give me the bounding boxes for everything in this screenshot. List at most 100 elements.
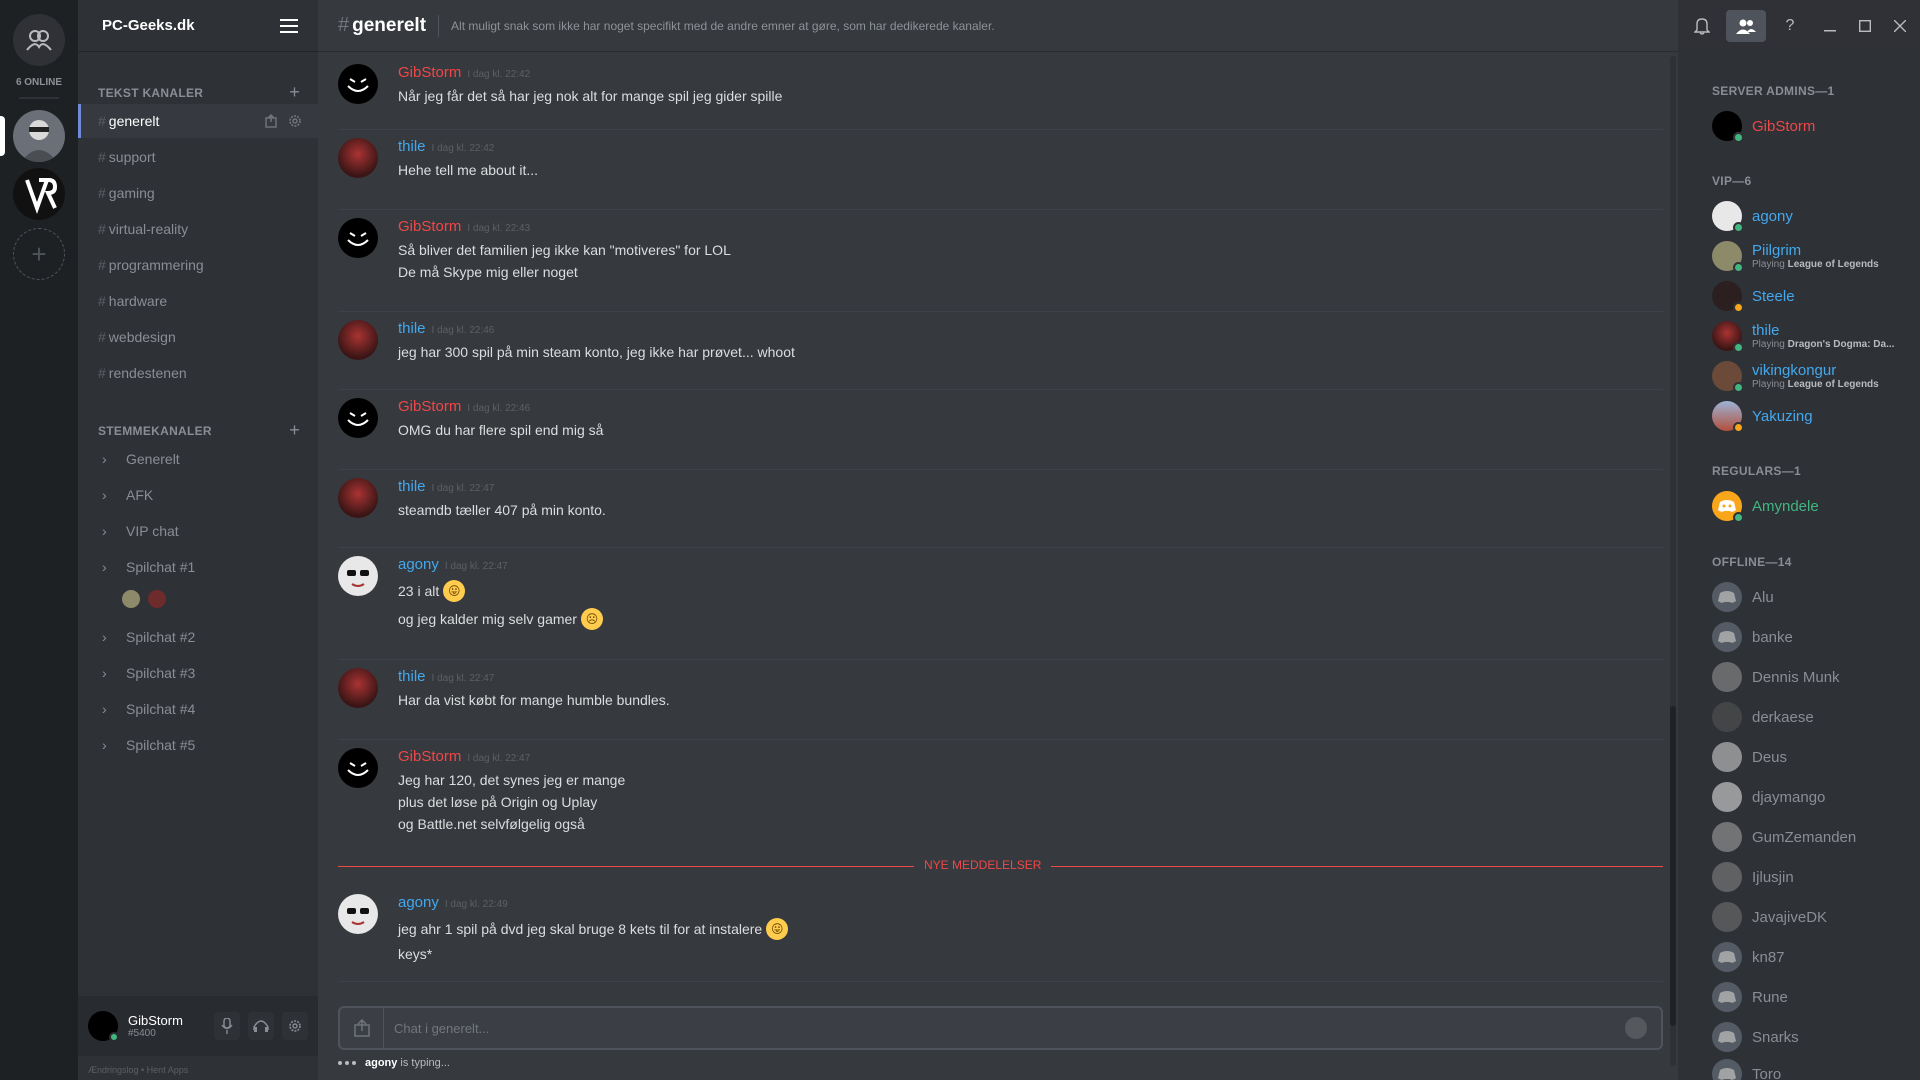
voice-channel-spilchat-2[interactable]: › Spilchat #2: [78, 620, 318, 654]
voice-channels-category[interactable]: STEMMEKANALER +: [98, 420, 300, 441]
channel-programmering[interactable]: # programmering: [78, 248, 318, 282]
avatar[interactable]: [338, 668, 378, 708]
member-item[interactable]: Toro: [1712, 1059, 1781, 1080]
voice-user-avatar[interactable]: [148, 590, 166, 608]
message: thile I dag kl. 22:42 Hehe tell me about …: [338, 130, 1663, 210]
message-author[interactable]: GibStorm: [398, 398, 461, 415]
message-author[interactable]: GibStorm: [398, 748, 461, 765]
member-item[interactable]: Piilgrim Playing League of Legends: [1712, 238, 1879, 274]
member-item[interactable]: agony: [1712, 198, 1793, 234]
user-info: GibStorm #5400: [128, 1013, 183, 1039]
add-channel-icon[interactable]: +: [289, 420, 300, 441]
message-author[interactable]: thile: [398, 668, 426, 685]
member-item[interactable]: Ijlusjin: [1712, 859, 1794, 895]
voice-channel-spilchat-4[interactable]: › Spilchat #4: [78, 692, 318, 726]
channel-rendestenen[interactable]: # rendestenen: [78, 356, 318, 390]
message-input[interactable]: [384, 1020, 1625, 1036]
member-item[interactable]: Deus: [1712, 739, 1787, 775]
menu-icon[interactable]: [280, 18, 298, 33]
add-channel-icon[interactable]: +: [289, 82, 300, 103]
member-item[interactable]: GibStorm: [1712, 108, 1815, 144]
member-item[interactable]: banke: [1712, 619, 1793, 655]
help-button[interactable]: ?: [1770, 0, 1810, 52]
channel-gaming[interactable]: # gaming: [78, 176, 318, 210]
avatar: [1712, 942, 1742, 972]
avatar[interactable]: [338, 748, 378, 788]
chevron-right-icon: ›: [102, 629, 107, 645]
upload-button[interactable]: [340, 1008, 384, 1048]
channel-support[interactable]: # support: [78, 140, 318, 174]
deafen-button[interactable]: [248, 1012, 274, 1040]
close-button[interactable]: [1880, 0, 1920, 52]
status-dot: [1733, 422, 1744, 433]
message-author[interactable]: thile: [398, 320, 426, 337]
avatar[interactable]: [338, 556, 378, 596]
member-list-toggle[interactable]: [1726, 10, 1766, 42]
message-text: keys*: [398, 946, 433, 962]
avatar[interactable]: [338, 398, 378, 438]
voice-user-avatar[interactable]: [122, 590, 140, 608]
voice-channel-vip-chat[interactable]: › VIP chat: [78, 514, 318, 548]
member-item[interactable]: Amyndele: [1712, 488, 1819, 524]
member-item[interactable]: Snarks: [1712, 1019, 1799, 1055]
avatar[interactable]: [338, 138, 378, 178]
message-text: OMG du har flere spil end mig så: [398, 422, 604, 438]
member-item[interactable]: Alu: [1712, 579, 1774, 615]
message-author[interactable]: agony: [398, 556, 439, 573]
mute-button[interactable]: [214, 1012, 240, 1040]
voice-channel-generelt[interactable]: › Generelt: [78, 442, 318, 476]
emoji-picker-icon[interactable]: [1625, 1017, 1647, 1039]
avatar[interactable]: [338, 478, 378, 518]
member-item[interactable]: djaymango: [1712, 779, 1825, 815]
message-author[interactable]: thile: [398, 138, 426, 155]
avatar[interactable]: [338, 894, 378, 934]
maximize-button[interactable]: [1850, 0, 1880, 52]
message-text: Så bliver det familien jeg ikke kan "mot…: [398, 242, 731, 258]
minimize-button[interactable]: [1810, 0, 1850, 52]
avatar[interactable]: [338, 218, 378, 258]
invite-icon[interactable]: [264, 114, 278, 128]
discord-logo-icon: [1718, 1068, 1736, 1080]
channel-generelt[interactable]: # generelt: [78, 104, 318, 138]
notifications-button[interactable]: [1682, 0, 1722, 52]
server-header[interactable]: PC-Geeks.dk: [78, 0, 318, 52]
avatar[interactable]: [88, 1011, 119, 1042]
channel-virtual-reality[interactable]: # virtual-reality: [78, 212, 318, 246]
message-timestamp: I dag kl. 22:49: [444, 899, 508, 910]
avatar[interactable]: [338, 64, 378, 104]
member-item[interactable]: derkaese: [1712, 699, 1814, 735]
message-author[interactable]: GibStorm: [398, 218, 461, 235]
sunglasses-avatar-icon: [347, 908, 369, 925]
member-item[interactable]: Dennis Munk: [1712, 659, 1840, 695]
message-author[interactable]: agony: [398, 894, 439, 911]
chevron-right-icon: ›: [102, 451, 107, 467]
member-item[interactable]: Steele: [1712, 278, 1795, 314]
member-item[interactable]: kn87: [1712, 939, 1785, 975]
member-item[interactable]: Yakuzing: [1712, 398, 1813, 434]
member-item[interactable]: GumZemanden: [1712, 819, 1856, 855]
text-channels-category[interactable]: TEKST KANALER +: [98, 82, 300, 103]
scrollbar[interactable]: [1670, 56, 1676, 1066]
message-author[interactable]: thile: [398, 478, 426, 495]
voice-channel-spilchat-5[interactable]: › Spilchat #5: [78, 728, 318, 762]
voice-channel-label: Spilchat #5: [126, 737, 196, 753]
avatar[interactable]: [338, 320, 378, 360]
member-item[interactable]: JavajiveDK: [1712, 899, 1827, 935]
member-item[interactable]: thile Playing Dragon's Dogma: Da...: [1712, 318, 1894, 354]
message-author[interactable]: GibStorm: [398, 64, 461, 81]
member-item[interactable]: vikingkongur Playing League of Legends: [1712, 358, 1879, 394]
gear-icon[interactable]: [288, 114, 302, 128]
add-server-button[interactable]: +: [13, 228, 65, 280]
voice-channel-spilchat-3[interactable]: › Spilchat #3: [78, 656, 318, 690]
channel-webdesign[interactable]: # webdesign: [78, 320, 318, 354]
scrollbar-thumb[interactable]: [1670, 706, 1676, 1026]
guild-vr[interactable]: [13, 168, 65, 220]
member-item[interactable]: Rune: [1712, 979, 1788, 1015]
voice-channel-afk[interactable]: › AFK: [78, 478, 318, 512]
guild-pc-geeks[interactable]: [13, 110, 65, 162]
voice-channel-spilchat-1[interactable]: › Spilchat #1: [78, 550, 318, 584]
user-settings-button[interactable]: [282, 1012, 308, 1040]
channel-hardware[interactable]: # hardware: [78, 284, 318, 318]
footer-links[interactable]: Ændringslog • Hent Apps: [88, 1065, 188, 1075]
friends-button[interactable]: [13, 14, 65, 66]
